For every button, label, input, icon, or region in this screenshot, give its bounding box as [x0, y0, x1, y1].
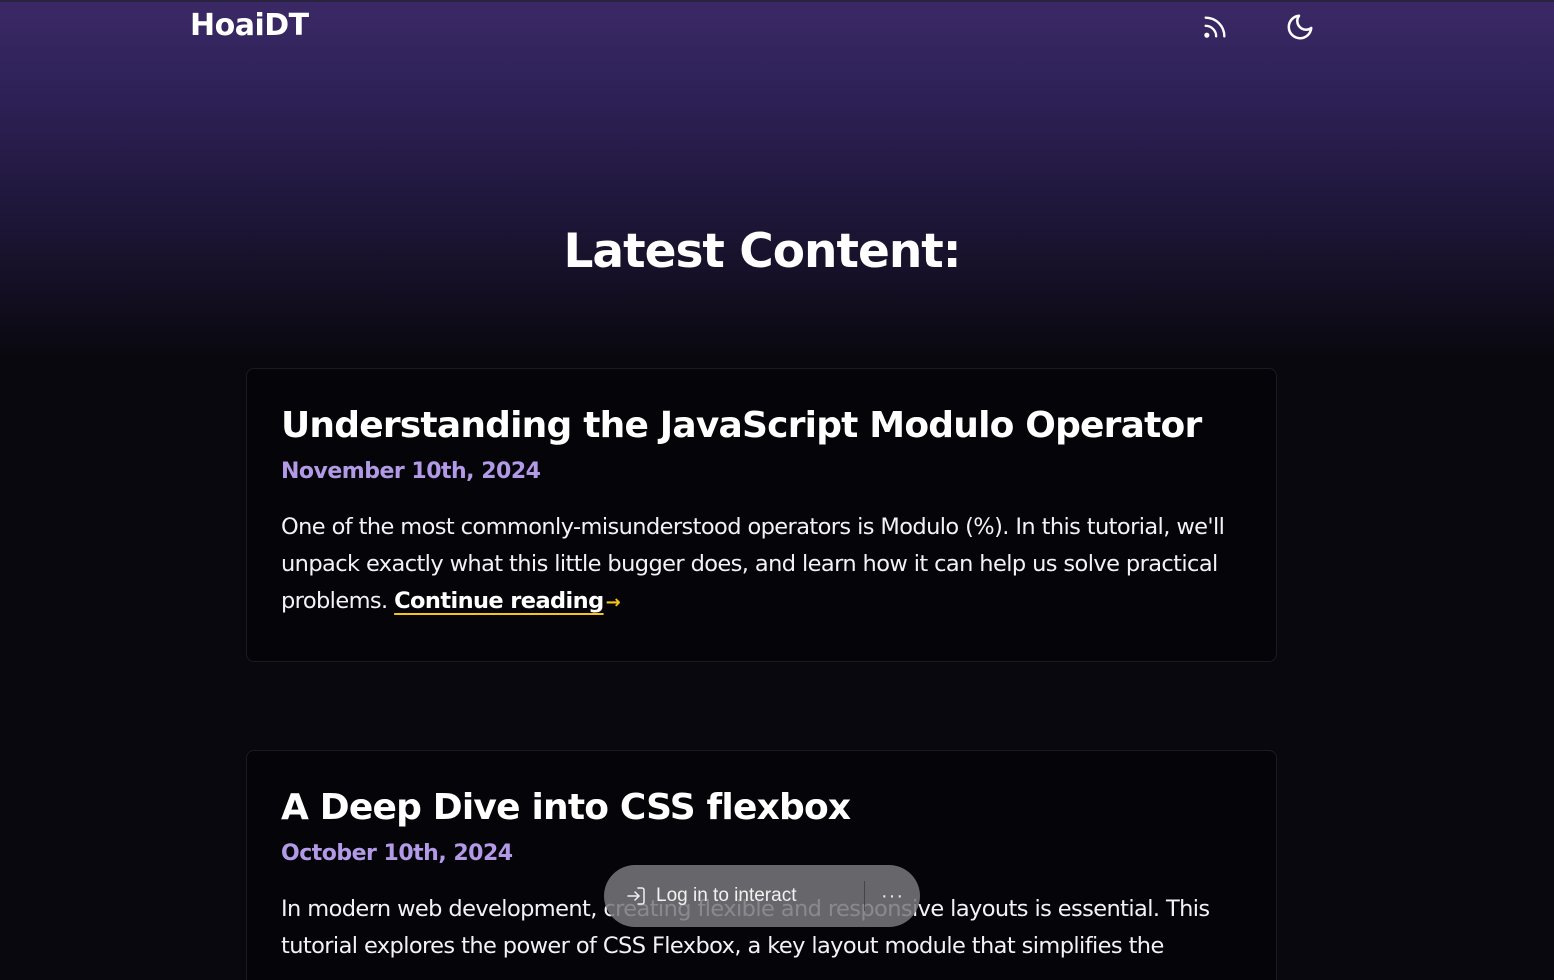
arrow-right-icon: → — [605, 592, 621, 613]
post-title-link[interactable]: Understanding the JavaScript Modulo Oper… — [281, 403, 1242, 449]
continue-reading-link[interactable]: Continue reading — [394, 588, 604, 614]
moon-icon — [1287, 14, 1313, 40]
post-title-link[interactable]: A Deep Dive into CSS flexbox — [281, 785, 1242, 831]
more-options-button[interactable]: ··· — [865, 865, 920, 927]
main-content: Latest Content: Understanding the JavaSc… — [0, 0, 1554, 980]
login-prompt-overlay: Log in to interact ··· — [604, 865, 920, 927]
login-button[interactable]: Log in to interact — [604, 865, 864, 927]
theme-toggle-button[interactable] — [1283, 10, 1317, 44]
rss-button[interactable] — [1198, 10, 1232, 44]
login-label: Log in to interact — [656, 885, 797, 906]
post-date: November 10th, 2024 — [281, 459, 541, 484]
site-logo[interactable]: HoaiDT — [190, 8, 309, 43]
login-arrow-icon — [624, 884, 648, 908]
rss-icon — [1204, 16, 1226, 38]
post-excerpt: One of the most commonly-misunderstood o… — [281, 509, 1242, 621]
post-card: Understanding the JavaScript Modulo Oper… — [246, 368, 1277, 662]
site-header: HoaiDT — [0, 0, 1554, 56]
page-title: Latest Content: — [563, 224, 961, 279]
